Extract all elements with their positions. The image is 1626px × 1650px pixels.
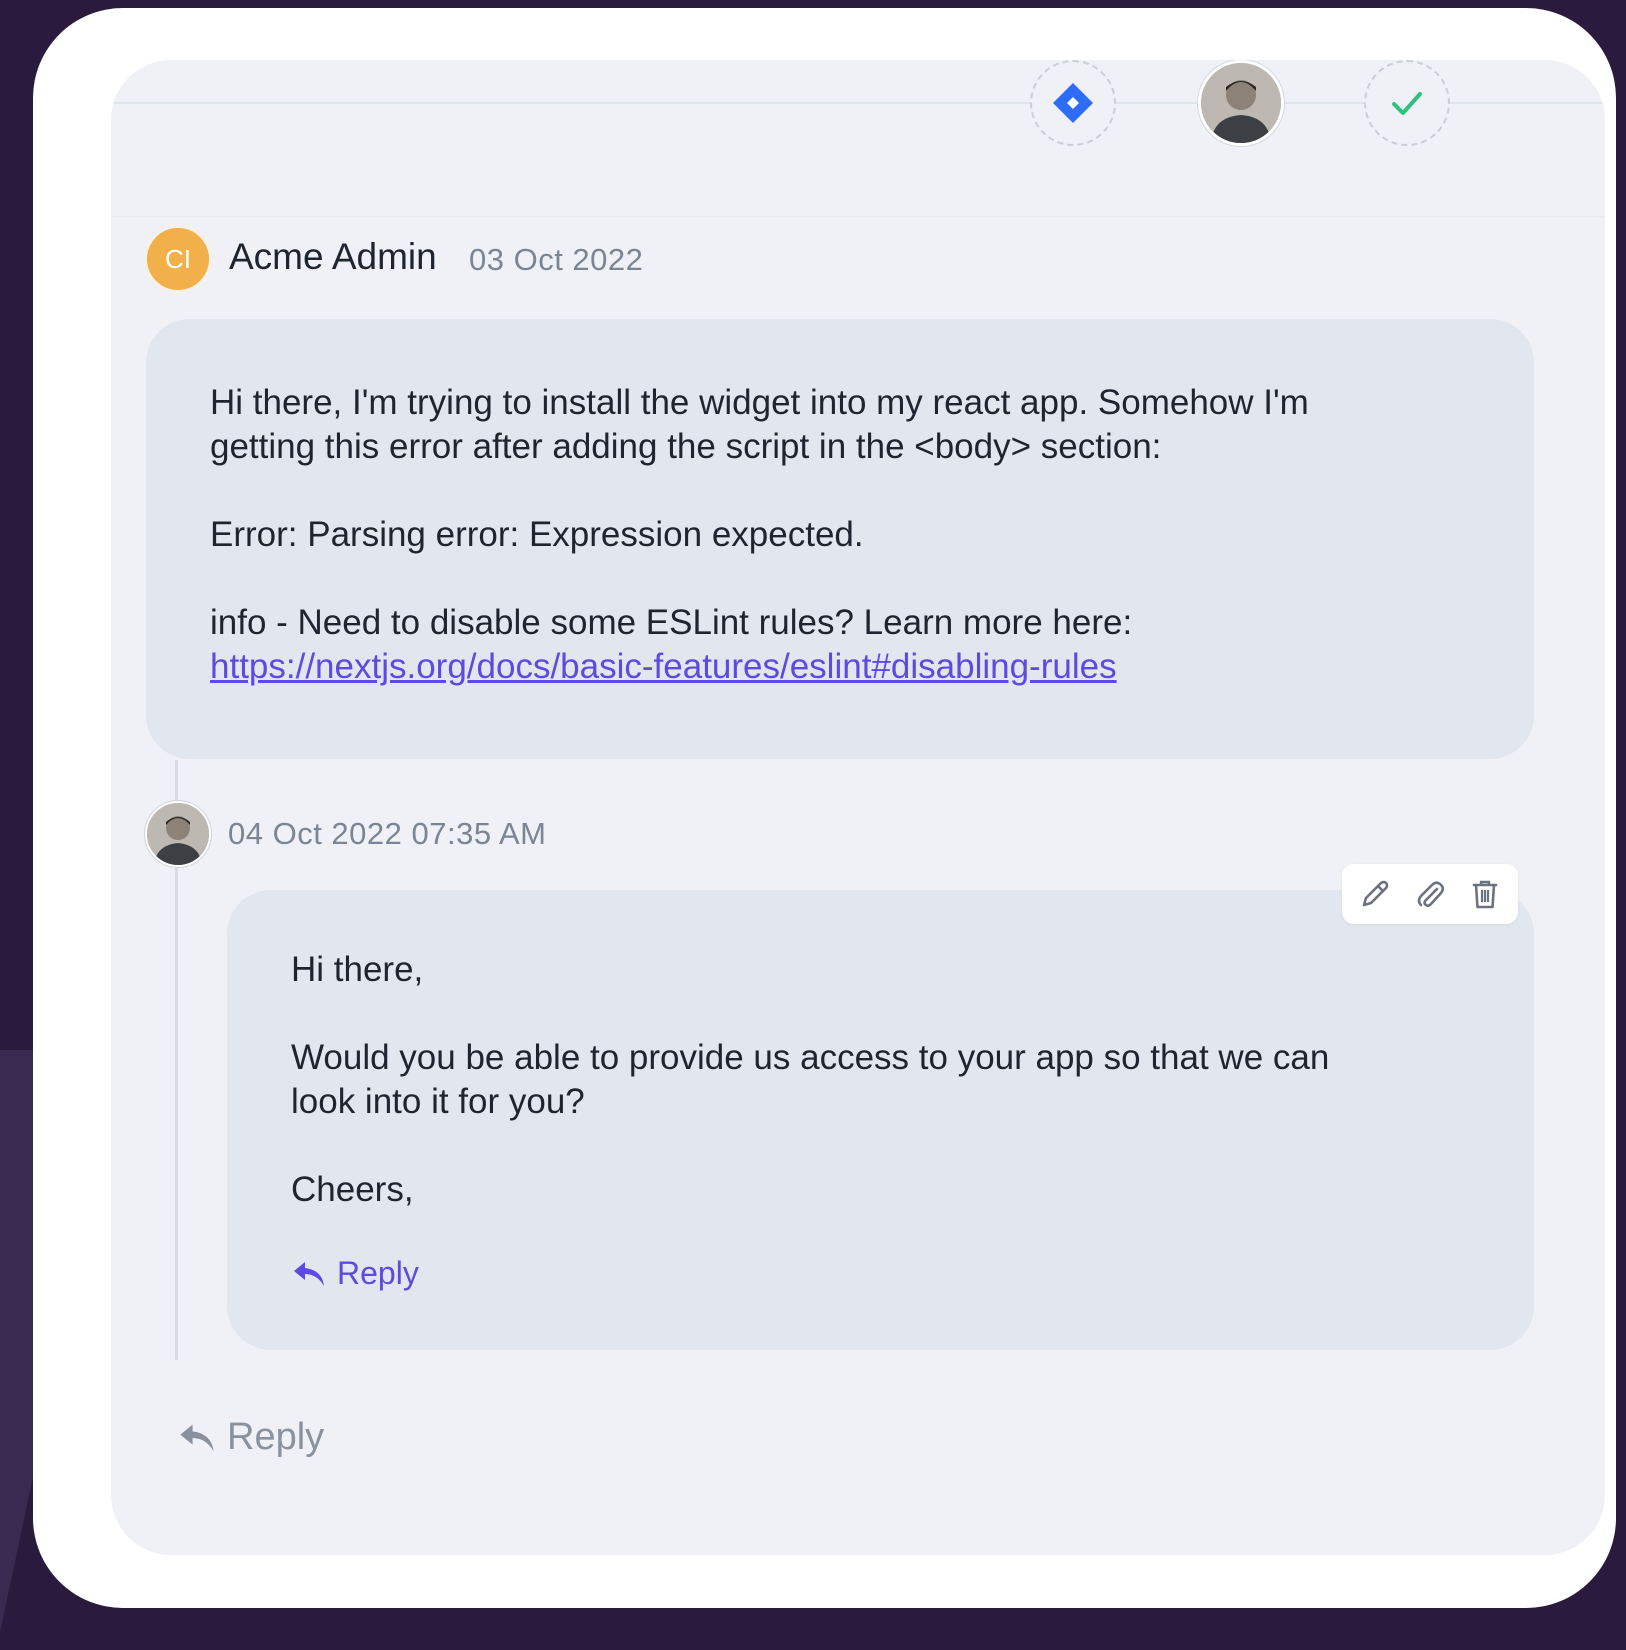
author-avatar: CI	[144, 225, 212, 293]
reply-label: Reply	[337, 1255, 419, 1291]
avatar-initials: CI	[165, 243, 191, 274]
reply-button[interactable]: Reply	[177, 1416, 324, 1459]
response-line: look into it for you?	[291, 1082, 585, 1121]
pencil-icon	[1363, 880, 1389, 907]
author-name: Acme Admin	[229, 236, 437, 277]
reply-label: Reply	[227, 1416, 325, 1458]
paperclip-icon	[1417, 881, 1445, 908]
header-divider	[111, 216, 1605, 217]
message-bubble: Hi there, I'm trying to install the widg…	[146, 319, 1534, 759]
response-greeting: Hi there,	[291, 950, 424, 989]
step-resolved[interactable]	[1364, 60, 1450, 146]
response-toolbar	[1342, 864, 1518, 924]
reply-arrow-icon	[294, 1261, 324, 1286]
response-line: Would you be able to provide us access t…	[291, 1038, 1330, 1077]
step-agent-avatar[interactable]	[1198, 60, 1284, 146]
trash-icon	[1472, 880, 1497, 909]
agent-avatar-icon	[1201, 63, 1281, 143]
message-line: Hi there, I'm trying to install the widg…	[210, 383, 1309, 422]
ticket-card: CI Acme Admin 03 Oct 2022 Hi there, I'm …	[111, 60, 1605, 1555]
error-text: Error: Parsing error: Expression expecte…	[210, 515, 864, 554]
device-frame: CI Acme Admin 03 Oct 2022 Hi there, I'm …	[33, 8, 1616, 1608]
response-reply-button[interactable]: Reply	[291, 1255, 419, 1292]
reply-arrow-icon	[180, 1424, 214, 1451]
agent-avatar	[145, 801, 211, 867]
message-date: 03 Oct 2022	[469, 242, 644, 277]
info-text: info - Need to disable some ESLint rules…	[210, 603, 1133, 642]
agent-photo-icon	[147, 803, 209, 865]
edit-button[interactable]	[1355, 874, 1395, 914]
message-line: getting this error after adding the scri…	[210, 427, 1162, 466]
response-bubble: Hi there, Would you be able to provide u…	[227, 890, 1534, 1350]
diamond-icon	[1053, 83, 1093, 123]
step-jira[interactable]	[1030, 60, 1116, 146]
response-timestamp: 04 Oct 2022 07:35 AM	[228, 816, 547, 851]
delete-button[interactable]	[1465, 874, 1505, 914]
response-signoff: Cheers,	[291, 1170, 414, 1209]
eslint-docs-link[interactable]: https://nextjs.org/docs/basic-features/e…	[210, 647, 1117, 686]
attach-button[interactable]	[1410, 874, 1450, 914]
check-icon	[1392, 92, 1422, 115]
